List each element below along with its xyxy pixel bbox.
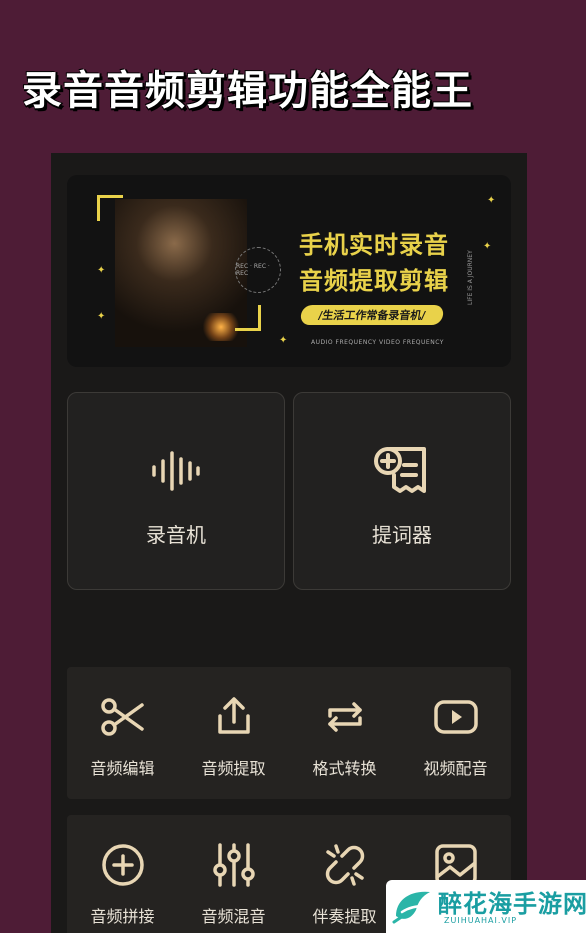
- tool-label: 音频编辑: [90, 759, 155, 778]
- scissors-icon: [98, 693, 148, 741]
- tool-audio-edit[interactable]: 音频编辑: [67, 667, 178, 799]
- tool-label: 格式转换: [312, 759, 377, 778]
- tool-audio-extract[interactable]: 音频提取: [178, 667, 289, 799]
- frame-corner-top-left: [97, 195, 123, 221]
- banner-caption: AUDIO FREQUENCY VIDEO FREQUENCY: [311, 339, 444, 346]
- sparkle-icon: ✦: [97, 265, 106, 276]
- tool-label: 音频提取: [201, 759, 266, 778]
- play-icon: [431, 693, 481, 741]
- tool-label: 音频拼接: [90, 907, 155, 926]
- recorder-card-label: 录音机: [146, 523, 206, 547]
- sliders-icon: [209, 841, 259, 889]
- tool-audio-splice[interactable]: 音频拼接: [67, 815, 178, 933]
- tools-panel-1: 音频编辑 音频提取 格式转换 视频配音: [67, 667, 511, 799]
- sparkle-icon: ✦: [279, 335, 288, 346]
- recorder-card[interactable]: 录音机: [67, 392, 285, 590]
- banner-tagline-pill: /生活工作常备录音机/: [299, 305, 445, 325]
- tool-video-dub[interactable]: 视频配音: [400, 667, 511, 799]
- promo-banner[interactable]: REC · REC · REC ✦ ✦ ✦ ✦ ✦ 手机实时录音 音频提取剪辑 …: [67, 175, 511, 367]
- banner-headline-1: 手机实时录音: [299, 231, 449, 259]
- app-screen: REC · REC · REC ✦ ✦ ✦ ✦ ✦ 手机实时录音 音频提取剪辑 …: [51, 153, 527, 933]
- broken-link-icon: [320, 841, 370, 889]
- rec-ring-graphic: REC · REC · REC: [235, 247, 281, 293]
- sparkle-icon: ✦: [97, 311, 106, 322]
- banner-side-caption: LIFE IS A JOURNEY: [467, 250, 474, 305]
- sparkle-icon: ✦: [483, 241, 492, 252]
- repeat-icon: [320, 693, 370, 741]
- teleprompter-icon: [372, 445, 432, 497]
- sparkle-icon: ✦: [487, 195, 496, 206]
- site-watermark: 醉花海手游网 ZUIHUAHAI.VIP: [386, 880, 586, 933]
- page-headline: 录音音频剪辑功能全能王: [22, 68, 473, 114]
- waveform-icon: [146, 445, 206, 497]
- banner-photo: [115, 199, 247, 347]
- tool-accompaniment-extract[interactable]: 伴奏提取: [289, 815, 400, 933]
- tool-label: 视频配音: [423, 759, 488, 778]
- watermark-logo-icon: [392, 886, 434, 926]
- watermark-subtitle: ZUIHUAHAI.VIP: [444, 916, 518, 925]
- share-upload-icon: [209, 693, 259, 741]
- tool-label: 伴奏提取: [312, 907, 377, 926]
- teleprompter-card[interactable]: 提词器: [293, 392, 511, 590]
- frame-corner-bottom-right: [235, 305, 261, 331]
- tool-format-convert[interactable]: 格式转换: [289, 667, 400, 799]
- teleprompter-card-label: 提词器: [372, 523, 432, 547]
- tool-label: 音频混音: [201, 907, 266, 926]
- watermark-title: 醉花海手游网: [438, 890, 586, 918]
- banner-headline-2: 音频提取剪辑: [299, 267, 449, 295]
- tool-audio-mix[interactable]: 音频混音: [178, 815, 289, 933]
- plus-circle-icon: [98, 841, 148, 889]
